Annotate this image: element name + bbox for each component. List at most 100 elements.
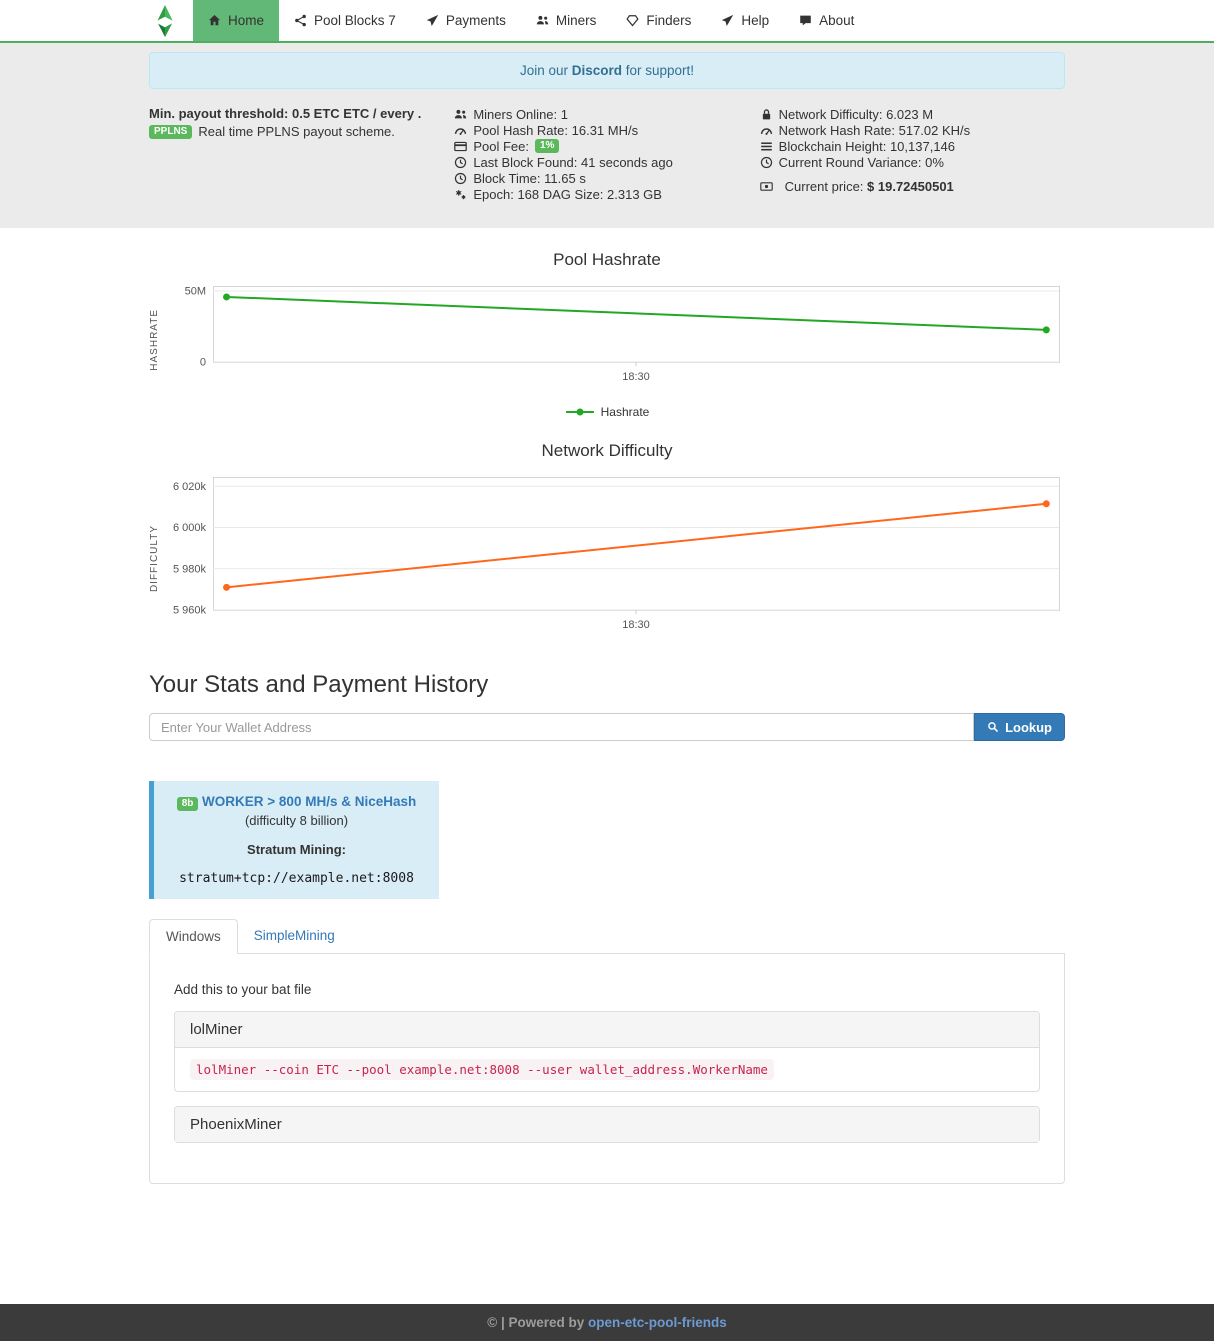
difficulty-badge: 8b [177,797,199,811]
nav-item-pool-blocks[interactable]: Pool Blocks 7 [279,0,411,41]
nav-item-label: Help [741,13,769,28]
lolminer-panel: lolMiner lolMiner --coin ETC --pool exam… [174,1011,1040,1092]
nav-item-payments[interactable]: Payments [411,0,521,41]
top-navbar: Home Pool Blocks 7 Payments Miners Finde… [0,0,1214,43]
paper-plane-icon [426,14,439,27]
y-axis-label: HASHRATE [149,309,161,371]
lock-icon [760,108,773,121]
nav-item-help[interactable]: Help [706,0,784,41]
payout-scheme-text: Real time PPLNS payout scheme. [198,124,395,139]
nav-item-home[interactable]: Home [193,0,279,41]
users-icon [536,14,549,27]
page-footer: © | Powered by open-etc-pool-friends [0,1304,1214,1341]
nav-item-label: Pool Blocks 7 [314,13,396,28]
stratum-label: Stratum Mining: [164,842,429,857]
share-nodes-icon [294,14,307,27]
discord-banner: Join our Discord for support! [149,52,1065,89]
tab-simplemining[interactable]: SimpleMining [238,919,351,953]
miners-online-stat: Miners Online: 1 [454,106,759,122]
stats-heading: Your Stats and Payment History [149,671,1065,699]
comment-icon [799,14,812,27]
lookup-button-label: Lookup [1005,720,1052,735]
epoch-dag-stat: Epoch: 168 DAG Size: 2.313 GB [454,186,759,202]
bat-file-instruction: Add this to your bat file [174,982,1040,997]
gem-icon [626,14,639,27]
stats-section: Join our Discord for support! Min. payou… [0,43,1214,228]
tab-content-windows: Add this to your bat file lolMiner lolMi… [149,954,1065,1184]
wallet-address-input[interactable] [149,713,974,741]
network-stats-column: Network Difficulty: 6.023 M Network Hash… [760,106,1065,202]
tab-windows[interactable]: Windows [149,919,238,954]
nav-item-about[interactable]: About [784,0,869,41]
worker-subtitle: (difficulty 8 billion) [164,813,429,828]
nav-item-label: About [819,13,854,28]
main-content: Pool Hashrate HASHRATE 0 50M 18:30 Hashrat… [137,250,1077,1184]
last-block-found-stat: Last Block Found: 41 seconds ago [454,154,759,170]
banner-text: Join our [520,63,572,78]
clock-icon [454,156,467,169]
banner-text: for support! [622,63,694,78]
svg-text:18:30: 18:30 [622,371,650,383]
etc-diamond-icon [153,4,177,38]
lookup-button[interactable]: Lookup [974,713,1065,741]
pool-hashrate-stat: Pool Hash Rate: 16.31 MH/s [454,122,759,138]
clock-icon [760,156,773,169]
nav-item-label: Payments [446,13,506,28]
pool-fee-stat: Pool Fee: 1% [454,138,759,154]
svg-text:5 980k: 5 980k [173,563,207,575]
round-variance-stat: Current Round Variance: 0% [760,154,1065,170]
wallet-lookup-group: Lookup [149,713,1065,741]
network-difficulty-chart: Network Difficulty DIFFICULTY 5 960k 5 98… [149,441,1065,647]
svg-text:6 020k: 6 020k [173,481,207,493]
lolminer-panel-header[interactable]: lolMiner [175,1012,1039,1047]
phoenixminer-panel-header[interactable]: PhoenixMiner [175,1107,1039,1142]
hashrate-plot: 0 50M 18:30 [161,280,1065,399]
chart-title: Network Difficulty [149,441,1065,461]
pool-stats-column: Miners Online: 1 Pool Hash Rate: 16.31 M… [454,106,759,202]
legend-swatch-icon [565,407,595,417]
lolminer-panel-body: lolMiner --coin ETC --pool example.net:8… [175,1047,1039,1091]
bars-icon [760,140,773,153]
block-time-stat: Block Time: 11.65 s [454,170,759,186]
nav-item-label: Home [228,13,264,28]
worker-title: WORKER > 800 MH/s & NiceHash [202,794,416,809]
credit-card-icon [454,140,467,153]
pool-hashrate-chart: Pool Hashrate HASHRATE 0 50M 18:30 Hashrat… [149,250,1065,419]
svg-text:0: 0 [200,357,206,369]
svg-text:6 000k: 6 000k [173,522,207,534]
footer-project-link[interactable]: open-etc-pool-friends [588,1315,727,1330]
money-bill-icon [760,180,773,193]
clock-icon [454,172,467,185]
footer-text: © | Powered by [487,1315,588,1330]
y-axis-label: DIFFICULTY [149,525,161,592]
paper-plane-icon [721,14,734,27]
home-icon [208,14,221,27]
chart-legend: Hashrate [149,405,1065,419]
gears-icon [454,188,467,201]
nicehash-worker-box: 8b WORKER > 800 MH/s & NiceHash (difficu… [149,781,439,899]
nav-item-finders[interactable]: Finders [611,0,706,41]
phoenixminer-panel: PhoenixMiner [174,1106,1040,1143]
lolminer-command: lolMiner --coin ETC --pool example.net:8… [190,1059,774,1080]
nav-item-label: Miners [556,13,597,28]
current-price-stat: Current price: $ 19.72450501 [760,178,1065,194]
blockchain-height-stat: Blockchain Height: 10,137,146 [760,138,1065,154]
nav-item-miners[interactable]: Miners [521,0,612,41]
svg-text:50M: 50M [185,285,206,297]
etc-logo[interactable] [137,0,193,41]
pool-fee-badge: 1% [535,139,559,153]
search-icon [987,721,999,733]
users-icon [454,108,467,121]
chart-title: Pool Hashrate [149,250,1065,270]
pplns-badge: PPLNS [149,125,192,139]
legend-label: Hashrate [601,405,650,419]
difficulty-plot: 5 960k 5 980k 6 000k 6 020k 18:30 [161,471,1065,647]
tachometer-icon [760,124,773,137]
network-hashrate-stat: Network Hash Rate: 517.02 KH/s [760,122,1065,138]
min-payout-threshold: Min. payout threshold: 0.5 ETC ETC / eve… [149,106,454,122]
network-difficulty-stat: Network Difficulty: 6.023 M [760,106,1065,122]
os-tabs: Windows SimpleMining [149,919,1065,954]
svg-text:5 960k: 5 960k [173,605,207,617]
svg-text:18:30: 18:30 [622,619,650,631]
discord-link[interactable]: Discord [572,63,622,78]
